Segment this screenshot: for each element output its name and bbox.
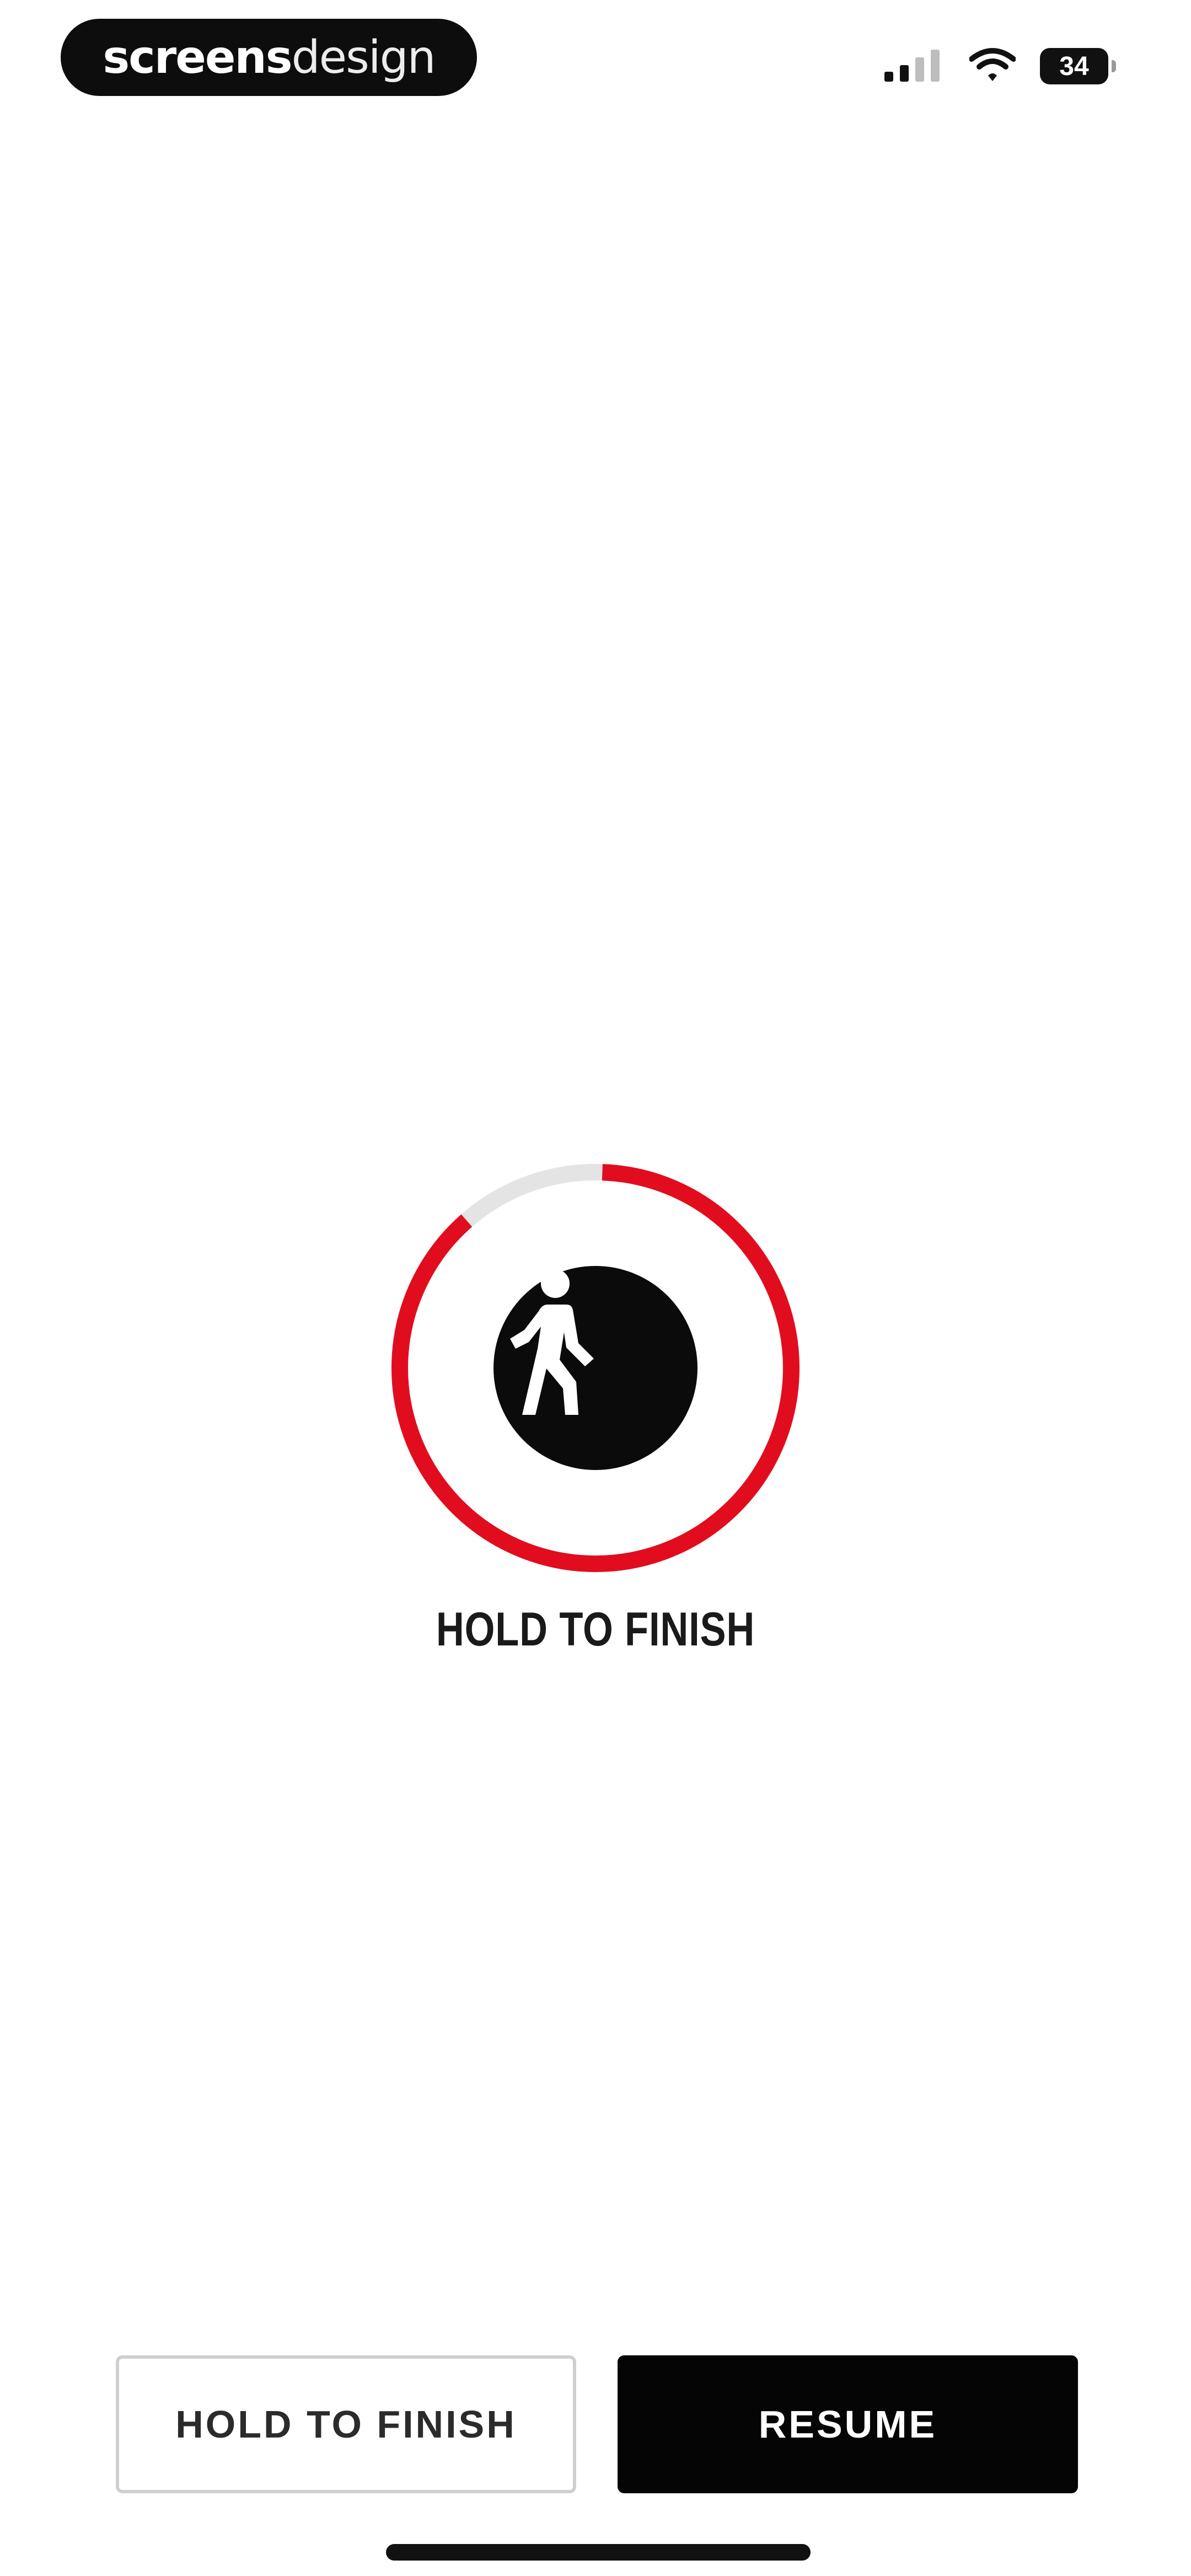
wifi-icon	[969, 47, 1016, 85]
status-icons: 34	[884, 44, 1116, 88]
brand-logo-light: design	[291, 31, 436, 84]
walking-person-icon	[493, 1266, 698, 1470]
brand-logo-bold: screens	[103, 31, 292, 84]
home-indicator[interactable]	[386, 2544, 811, 2561]
battery-level: 34	[1059, 51, 1089, 81]
brand-logo: screens design	[61, 19, 477, 96]
resume-button[interactable]: RESUME	[618, 2355, 1078, 2493]
cellular-signal-icon	[884, 49, 945, 84]
battery-icon: 34	[1040, 48, 1116, 84]
hold-to-finish-button[interactable]: HOLD TO FINISH	[116, 2355, 576, 2493]
hold-to-finish-label: HOLD TO FINISH	[436, 1603, 755, 1656]
hold-progress-ring[interactable]	[386, 1158, 805, 1578]
